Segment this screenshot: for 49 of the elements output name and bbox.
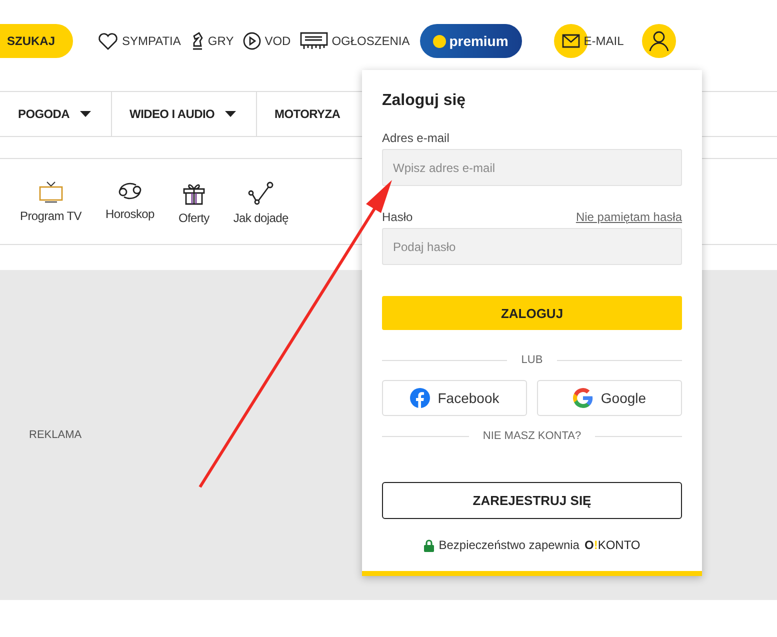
nav-link[interactable]: SYMPATIA [98, 32, 181, 50]
padlock-icon [424, 538, 434, 552]
category-tab[interactable]: MOTORYZA [256, 92, 360, 136]
password-input[interactable]: Podaj hasło [382, 228, 682, 265]
konto-logo: O!KONTO [584, 538, 640, 552]
premium-button[interactable]: premium [420, 24, 522, 58]
email-input[interactable]: Wpisz adres e-mail [382, 149, 682, 186]
premium-label: premium [449, 33, 508, 49]
route-icon [248, 181, 274, 205]
social-login-button[interactable]: Google [537, 380, 682, 416]
user-icon [648, 30, 670, 52]
shortcut-label: Jak dojadę [233, 211, 288, 225]
category-tab[interactable]: WIDEO I AUDIO [112, 92, 257, 136]
security-text: Bezpieczeństwo zapewnia [438, 538, 580, 552]
facebook-icon [410, 388, 430, 408]
noticeboard-icon [300, 32, 328, 50]
nav-link[interactable]: GRY [190, 31, 234, 51]
social-login-button[interactable]: Facebook [382, 380, 527, 416]
google-icon [572, 388, 593, 408]
profile-button[interactable] [642, 24, 676, 58]
play-icon [242, 32, 261, 50]
shortcut-link[interactable]: Oferty [178, 181, 210, 244]
search-button[interactable]: SZUKAJ [0, 24, 73, 58]
nav-link-label: SYMPATIA [122, 34, 181, 48]
dot-icon [433, 34, 446, 48]
forgot-password-link[interactable]: Nie pamiętam hasła [576, 210, 682, 224]
nav-link[interactable]: OGŁOSZENIA [300, 32, 410, 50]
category-tab[interactable]: POGODA [0, 92, 112, 136]
nav-link-label: VOD [264, 34, 291, 48]
crab-sign-icon [116, 181, 143, 201]
shortcut-label: Program TV [20, 209, 82, 223]
separator-label: LUB [521, 354, 543, 366]
ad-label: REKLAMA [29, 429, 82, 441]
password-field-label: Hasło [382, 210, 413, 224]
shortcut-link[interactable]: Jak dojadę [233, 181, 288, 244]
nav-link-label: GRY [208, 34, 234, 48]
shortcut-link[interactable]: Program TV [20, 181, 82, 244]
heart-icon [98, 32, 118, 50]
separator-label: NIE MASZ KONTA? [482, 430, 582, 442]
shortcut-label: Oferty [178, 211, 210, 225]
shortcut-link[interactable]: Horoskop [105, 181, 154, 244]
nav-link-label: OGŁOSZENIA [332, 34, 410, 48]
email-field-label: Adres e-mail [382, 131, 450, 145]
shortcut-label: Horoskop [105, 207, 154, 221]
register-button[interactable]: ZAREJESTRUJ SIĘ [382, 482, 682, 519]
tv-icon [38, 181, 63, 203]
nav-link[interactable]: VOD [242, 32, 291, 50]
login-button[interactable]: ZALOGUJ [382, 296, 682, 330]
login-title: Zaloguj się [382, 92, 467, 110]
